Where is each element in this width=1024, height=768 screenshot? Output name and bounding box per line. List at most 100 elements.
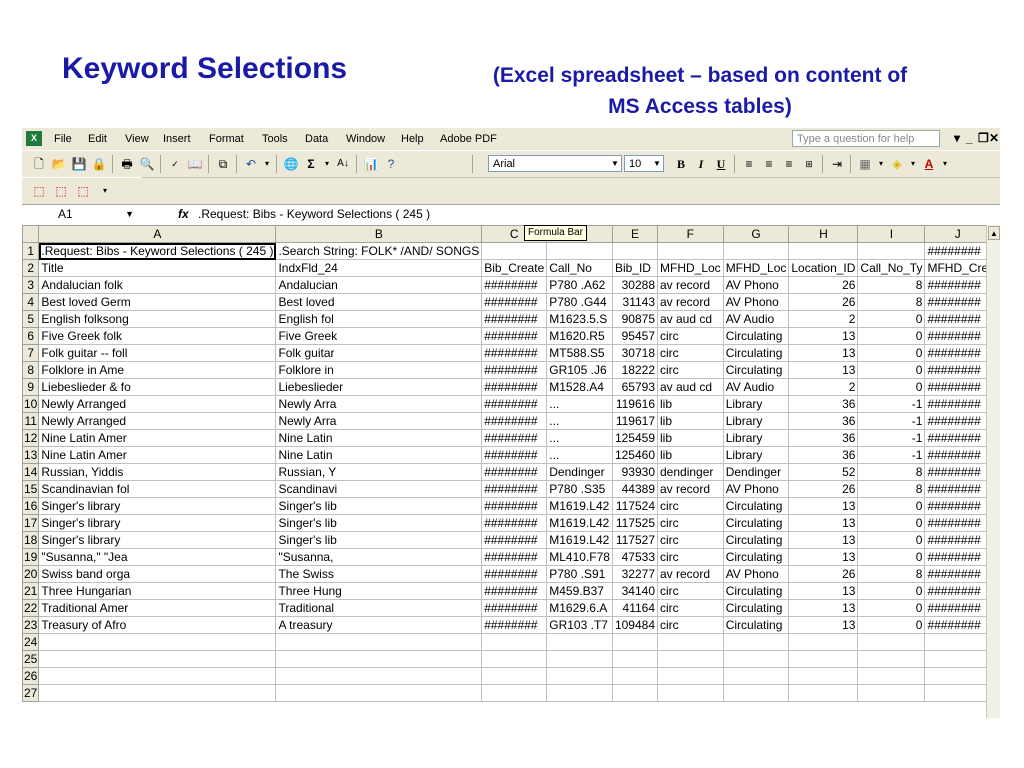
cell-i8[interactable]: 0 <box>857 361 926 379</box>
cell-h9[interactable]: 2 <box>788 378 859 396</box>
row-header[interactable]: 27 <box>22 684 40 702</box>
vertical-scrollbar[interactable]: ▲ <box>986 225 1000 718</box>
cell-a9[interactable]: Liebeslieder & fo <box>38 378 277 396</box>
cell-b26[interactable] <box>275 667 483 685</box>
select-all-button[interactable] <box>22 225 40 243</box>
cell-c20[interactable]: ######## <box>481 565 548 583</box>
cell-d6[interactable]: M1620.R5 <box>546 327 613 345</box>
cell-g15[interactable]: AV Phono <box>722 480 790 498</box>
open-icon[interactable]: 📂 <box>50 156 68 172</box>
cell-j25[interactable] <box>924 650 986 668</box>
cell-a13[interactable]: Nine Latin Amer <box>38 446 277 464</box>
cell-e6[interactable]: 95457 <box>611 327 659 345</box>
spelling-icon[interactable]: ✓ <box>166 156 184 172</box>
cell-i14[interactable]: 8 <box>857 463 926 481</box>
cell-c14[interactable]: ######## <box>481 463 548 481</box>
cell-d20[interactable]: P780 .S91 <box>546 565 613 583</box>
cell-f23[interactable]: circ <box>657 616 724 634</box>
cell-b11[interactable]: Newly Arra <box>275 412 483 430</box>
cell-c9[interactable]: ######## <box>481 378 548 396</box>
cell-b3[interactable]: Andalucian <box>275 276 483 294</box>
cell-g9[interactable]: AV Audio <box>722 378 790 396</box>
cell-h12[interactable]: 36 <box>788 429 859 447</box>
menu-window[interactable]: Window <box>346 133 385 145</box>
cell-e16[interactable]: 117524 <box>611 497 659 515</box>
cell-a7[interactable]: Folk guitar -- foll <box>38 344 277 362</box>
cell-c5[interactable]: ######## <box>481 310 548 328</box>
cell-a24[interactable] <box>38 633 277 651</box>
cell-j1[interactable]: ######## <box>924 242 986 260</box>
cell-h2[interactable]: Location_ID <box>788 259 859 277</box>
minimize-icon[interactable]: _ <box>966 131 973 145</box>
chevron-down-icon[interactable]: ▼ <box>125 206 134 223</box>
cell-d4[interactable]: P780 .G44 <box>546 293 613 311</box>
row-header[interactable]: 16 <box>22 497 40 515</box>
cell-b23[interactable]: A treasury <box>275 616 483 634</box>
research-icon[interactable]: 📖 <box>186 156 204 172</box>
cell-g20[interactable]: AV Phono <box>722 565 790 583</box>
cell-i19[interactable]: 0 <box>857 548 926 566</box>
row-header[interactable]: 6 <box>22 327 40 345</box>
cell-f13[interactable]: lib <box>657 446 724 464</box>
cell-f9[interactable]: av aud cd <box>657 378 724 396</box>
cell-i1[interactable] <box>857 242 926 260</box>
cell-g16[interactable]: Circulating <box>722 497 790 515</box>
cell-h14[interactable]: 52 <box>788 463 859 481</box>
cell-h15[interactable]: 26 <box>788 480 859 498</box>
cell-g8[interactable]: Circulating <box>722 361 790 379</box>
cell-a11[interactable]: Newly Arranged <box>38 412 277 430</box>
cell-j11[interactable]: ######## <box>924 412 986 430</box>
cell-d21[interactable]: M459.B37 <box>546 582 613 600</box>
cell-f25[interactable] <box>657 650 724 668</box>
cell-a12[interactable]: Nine Latin Amer <box>38 429 277 447</box>
cell-f14[interactable]: dendinger <box>657 463 724 481</box>
cell-d7[interactable]: MT588.S5 <box>546 344 613 362</box>
hyperlink-icon[interactable]: 🌐 <box>282 156 300 172</box>
row-header[interactable]: 3 <box>22 276 40 294</box>
menu-edit[interactable]: Edit <box>88 133 107 145</box>
menu-help[interactable]: Help <box>401 133 424 145</box>
cell-g27[interactable] <box>722 684 790 702</box>
cell-g17[interactable]: Circulating <box>722 514 790 532</box>
cell-c17[interactable]: ######## <box>481 514 548 532</box>
cell-e9[interactable]: 65793 <box>611 378 659 396</box>
toolbar-options-icon[interactable]: ▾ <box>96 183 114 199</box>
cell-d16[interactable]: M1619.L42 <box>546 497 613 515</box>
cell-c11[interactable]: ######## <box>481 412 548 430</box>
cell-b9[interactable]: Liebeslieder <box>275 378 483 396</box>
cell-h23[interactable]: 13 <box>788 616 859 634</box>
cell-c22[interactable]: ######## <box>481 599 548 617</box>
cell-h22[interactable]: 13 <box>788 599 859 617</box>
cell-d9[interactable]: M1528.A4 <box>546 378 613 396</box>
cell-e18[interactable]: 117527 <box>611 531 659 549</box>
row-header[interactable]: 9 <box>22 378 40 396</box>
cell-h19[interactable]: 13 <box>788 548 859 566</box>
menu-adobe-pdf[interactable]: Adobe PDF <box>440 133 497 145</box>
cell-i26[interactable] <box>857 667 926 685</box>
row-header[interactable]: 11 <box>22 412 40 430</box>
row-header[interactable]: 19 <box>22 548 40 566</box>
cell-e19[interactable]: 47533 <box>611 548 659 566</box>
cell-a2[interactable]: Title <box>38 259 277 277</box>
cell-f10[interactable]: lib <box>657 395 724 413</box>
cell-f3[interactable]: av record <box>657 276 724 294</box>
cell-d5[interactable]: M1623.5.S <box>546 310 613 328</box>
row-header[interactable]: 25 <box>22 650 40 668</box>
cell-i27[interactable] <box>857 684 926 702</box>
row-header[interactable]: 23 <box>22 616 40 634</box>
cell-e25[interactable] <box>611 650 659 668</box>
restore-icon[interactable]: ❐ <box>978 131 989 145</box>
cell-c23[interactable]: ######## <box>481 616 548 634</box>
cell-c10[interactable]: ######## <box>481 395 548 413</box>
cell-h1[interactable] <box>788 242 859 260</box>
cell-b12[interactable]: Nine Latin <box>275 429 483 447</box>
cell-b18[interactable]: Singer's lib <box>275 531 483 549</box>
cell-i22[interactable]: 0 <box>857 599 926 617</box>
help-icon[interactable]: ? <box>382 156 400 172</box>
cell-d25[interactable] <box>546 650 613 668</box>
cell-e15[interactable]: 44389 <box>611 480 659 498</box>
row-header[interactable]: 7 <box>22 344 40 362</box>
insert-function-icon[interactable]: fx <box>178 207 189 221</box>
font-name-select[interactable]: Arial ▼ <box>488 155 622 172</box>
font-color-dropdown-icon[interactable]: ▾ <box>936 156 954 172</box>
